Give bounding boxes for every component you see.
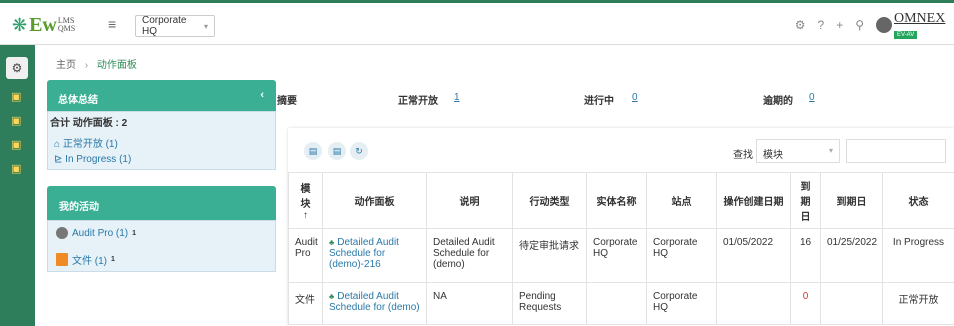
col-header-description[interactable]: 说明 (426, 172, 513, 229)
logo-stack: LMS QMS (57, 16, 76, 33)
summary-panel-header: 总体总结 ‹ (47, 80, 276, 111)
cell-created: 01/05/2022 (716, 228, 791, 283)
cell-description: NA (426, 282, 513, 325)
summary-total: 合计 动作面板 : 2 (50, 118, 128, 129)
progress-count-link[interactable]: 0 (632, 92, 638, 103)
overdue-count-link[interactable]: 0 (809, 92, 815, 103)
menu-icon[interactable]: ≡ (108, 16, 116, 32)
action-board-card: ▤ ▤ ↻ 查找 模块 ▾ 模 块 ↑ 动作面板 说明 行动类型 实体名称 站点… (288, 128, 954, 326)
cell-due-days: 16 (790, 228, 821, 283)
module-select-value: 模块 (763, 150, 783, 161)
cell-status: 正常开放 (882, 282, 954, 325)
search-input[interactable] (846, 139, 946, 163)
col-header-status[interactable]: 状态 (882, 172, 954, 229)
export-excel-icon[interactable]: ▤ (328, 142, 346, 160)
col-header-entity[interactable]: 实体名称 (586, 172, 647, 229)
open-count-link[interactable]: 1 (454, 92, 460, 103)
cell-description: Detailed Audit Schedule for (demo) (426, 228, 513, 283)
rail-doc-icon-3[interactable]: ▣ (11, 139, 23, 151)
col-header-due-date[interactable]: 到期日 (820, 172, 883, 229)
collapse-chevron-icon[interactable]: ‹ (260, 89, 264, 101)
badge: 1 (111, 256, 115, 263)
cell-action-type: Pending Requests (512, 282, 587, 325)
chevron-down-icon: ▾ (203, 21, 208, 31)
cell-due-days: 0 (790, 282, 821, 325)
breadcrumb-current: 动作面板 (96, 60, 137, 71)
chart-icon: ⊵ (54, 154, 66, 165)
status-summary-strip: 摘要 正常开放 1 进行中 0 逾期的 0 (277, 92, 954, 108)
cell-due-date (820, 282, 883, 325)
rail-doc-icon-2[interactable]: ▣ (11, 115, 23, 127)
activity-panel-body: Audit Pro (1) 1 文件 (1) 1 (47, 220, 276, 272)
summary-panel-body: 合计 动作面板 : 2 ⌂ 正常开放 (1) ⊵ In Progress (1) (47, 111, 276, 170)
breadcrumb: 主页 › 动作面板 (56, 56, 137, 71)
ewqms-logo[interactable]: ❋ Ew LMS QMS (12, 11, 75, 39)
col-header-due-days[interactable]: 到 期 日 (790, 172, 821, 229)
logo-text: Ew (29, 13, 57, 36)
site-select[interactable]: Corporate HQ ▾ (135, 15, 215, 37)
table-row: 文件 ♣ Detailed Audit Schedule for (demo) N… (288, 282, 954, 325)
col-header-action-type[interactable]: 行动类型 (512, 172, 587, 229)
workflow-icon: ♣ (329, 292, 335, 301)
header-actions: ⚙ ? + ⚲ (795, 17, 892, 33)
cell-status: In Progress (882, 228, 954, 283)
flower-logo-icon: ❋ (12, 15, 28, 35)
summary-open-link[interactable]: ⌂ 正常开放 (1) (54, 135, 118, 150)
omnex-logo-text: OMNEX (894, 11, 946, 26)
rail-doc-icon-1[interactable]: ▣ (11, 91, 23, 103)
col-header-created[interactable]: 操作创建日期 (716, 172, 791, 229)
cell-site: Corporate HQ (646, 282, 717, 325)
omnex-logo: OMNEX EV-AV (894, 11, 954, 41)
cell-created (716, 282, 791, 325)
gear-icon[interactable]: ⚙ (795, 18, 806, 32)
module-select[interactable]: 模块 ▾ (756, 139, 840, 163)
action-table: 模 块 ↑ 动作面板 说明 行动类型 实体名称 站点 操作创建日期 到 期 日 … (288, 172, 954, 325)
table-header-row: 模 块 ↑ 动作面板 说明 行动类型 实体名称 站点 操作创建日期 到 期 日 … (288, 172, 954, 229)
rail-gear-icon[interactable]: ⚙ (6, 57, 28, 79)
site-select-value: Corporate HQ (142, 15, 187, 37)
activity-panel-title: 我的活动 (59, 202, 99, 213)
col-header-board[interactable]: 动作面板 (322, 172, 427, 229)
rail-doc-icon-4[interactable]: ▣ (11, 163, 23, 175)
open-label: 正常开放 (398, 96, 438, 107)
progress-label: 进行中 (584, 96, 614, 107)
cell-board[interactable]: ♣ Detailed Audit Schedule for (demo)-216 (322, 228, 427, 283)
summary-panel-title: 总体总结 (58, 95, 98, 106)
cell-due-date: 01/25/2022 (820, 228, 883, 283)
export-pdf-icon[interactable]: ▤ (304, 142, 322, 160)
cell-board[interactable]: ♣ Detailed Audit Schedule for (demo) (322, 282, 427, 325)
col-header-site[interactable]: 站点 (646, 172, 717, 229)
table-row: Audit Pro ♣ Detailed Audit Schedule for (… (288, 228, 954, 283)
activity-documents[interactable]: 文件 (1) 1 (56, 252, 115, 267)
top-bar: ❋ Ew LMS QMS ≡ Corporate HQ ▾ ⚙ ? + ⚲ OM… (0, 0, 954, 45)
pin-icon[interactable]: ⚲ (855, 18, 864, 32)
breadcrumb-home[interactable]: 主页 (56, 60, 76, 71)
badge: 1 (132, 229, 137, 237)
cell-entity: Corporate HQ (586, 228, 647, 283)
cell-module: Audit Pro (288, 228, 323, 283)
col-header-module[interactable]: 模 块 ↑ (288, 172, 323, 229)
activity-audit-pro[interactable]: Audit Pro (1) 1 (56, 227, 136, 239)
left-rail: ⚙ ▣ ▣ ▣ ▣ (0, 45, 35, 326)
cell-entity (586, 282, 647, 325)
avatar[interactable] (876, 17, 892, 33)
search-label: 查找 (733, 150, 753, 161)
help-icon[interactable]: ? (818, 18, 825, 32)
cell-module: 文件 (288, 282, 323, 325)
inbox-icon: ⌂ (54, 139, 63, 150)
summary-progress-link[interactable]: ⊵ In Progress (1) (54, 154, 131, 165)
cell-action-type: 待定审批请求 (512, 228, 587, 283)
workflow-icon: ♣ (329, 238, 335, 247)
document-icon (56, 253, 68, 266)
plus-icon[interactable]: + (836, 18, 843, 32)
activity-panel-header: 我的活动 (47, 186, 276, 220)
breadcrumb-separator: › (84, 60, 89, 71)
refresh-icon[interactable]: ↻ (350, 142, 368, 160)
cell-site: Corporate HQ (646, 228, 717, 283)
chevron-down-icon: ▾ (828, 146, 833, 155)
summary-label: 摘要 (277, 96, 297, 107)
audit-icon (56, 227, 68, 239)
omnex-badge: EV-AV (894, 31, 918, 39)
overdue-label: 逾期的 (763, 96, 793, 107)
